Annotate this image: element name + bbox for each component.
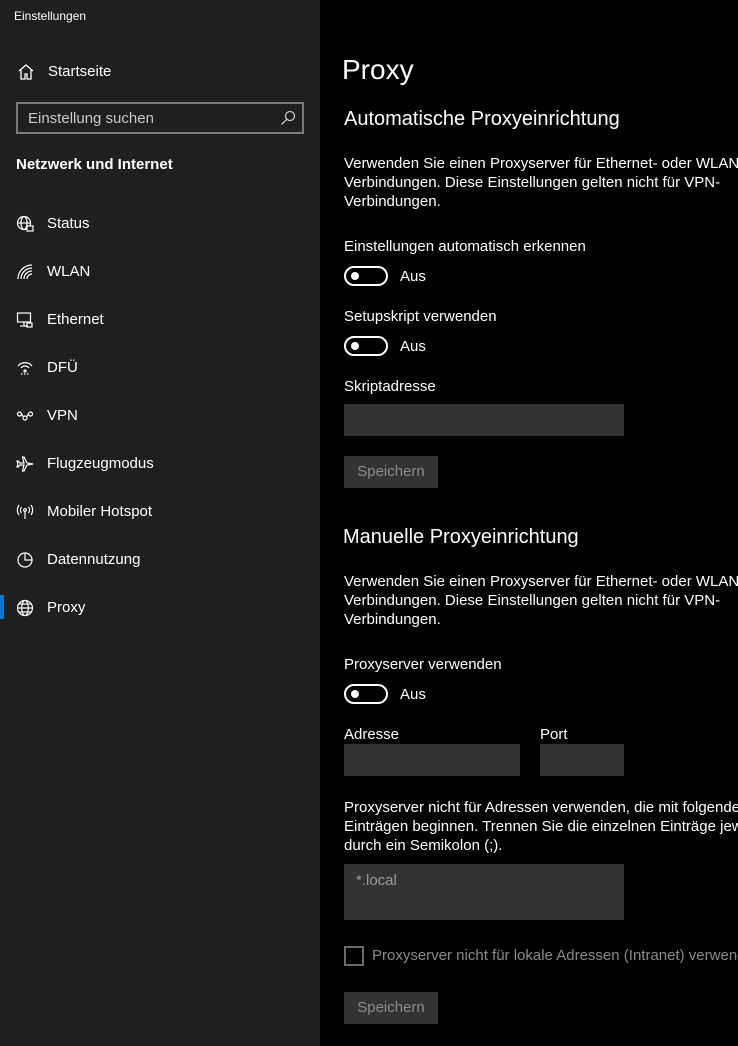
- sidebar-item-label: Status: [47, 215, 90, 232]
- description-line: Verbindungen.: [344, 193, 441, 210]
- port-input[interactable]: [540, 744, 624, 776]
- sidebar-item-dfu[interactable]: DFÜ: [0, 344, 320, 392]
- search-icon[interactable]: [280, 110, 296, 126]
- auto-proxy-description: Verwenden Sie einen Proxyserver für Ethe…: [344, 154, 738, 211]
- sidebar-item-label: Flugzeugmodus: [47, 455, 154, 472]
- description-line: Verwenden Sie einen Proxyserver für Ethe…: [344, 155, 738, 172]
- script-address-label: Skriptadresse: [344, 378, 436, 395]
- use-proxy-toggle[interactable]: [344, 684, 388, 704]
- sidebar: Einstellungen Startseite Netzwerk und In…: [0, 0, 320, 1046]
- hotspot-icon: [16, 504, 34, 519]
- auto-detect-toggle[interactable]: [344, 266, 388, 286]
- sidebar-item-label: WLAN: [47, 263, 91, 280]
- sidebar-item-label: VPN: [47, 407, 78, 424]
- manual-save-button[interactable]: Speichern: [344, 992, 438, 1024]
- local-addresses-label[interactable]: Proxyserver nicht für lokale Adressen (I…: [372, 947, 738, 964]
- data-usage-icon: [17, 552, 33, 568]
- setup-script-state: Aus: [400, 338, 426, 355]
- auto-proxy-heading: Automatische Proxyeinrichtung: [344, 108, 620, 130]
- sidebar-item-label: DFÜ: [47, 359, 78, 376]
- description-line: durch ein Semikolon (;).: [344, 837, 503, 854]
- section-title: Netzwerk und Internet: [16, 156, 173, 173]
- sidebar-item-proxy[interactable]: Proxy: [0, 584, 320, 632]
- search-input[interactable]: [18, 104, 274, 132]
- exceptions-textarea[interactable]: *.local: [344, 864, 624, 920]
- description-line: Einträgen beginnen. Trennen Sie die einz…: [344, 818, 738, 835]
- exceptions-description: Proxyserver nicht für Adressen verwenden…: [344, 798, 738, 855]
- sidebar-item-label: Ethernet: [47, 311, 104, 328]
- sidebar-item-vpn[interactable]: VPN: [0, 392, 320, 440]
- home-icon: [18, 64, 34, 80]
- window-title: Einstellungen: [14, 9, 87, 23]
- description-line: Verbindungen. Diese Einstellungen gelten…: [344, 592, 721, 609]
- description-line: Verbindungen.: [344, 611, 441, 628]
- sidebar-item-airplane-mode[interactable]: Flugzeugmodus: [0, 440, 320, 488]
- globe-status-icon: [16, 215, 34, 232]
- description-line: Verwenden Sie einen Proxyserver für Ethe…: [344, 573, 738, 590]
- toggle-knob: [351, 342, 359, 350]
- manual-proxy-heading: Manuelle Proxyeinrichtung: [343, 526, 579, 548]
- main-content: Proxy Automatische Proxyeinrichtung Verw…: [320, 0, 738, 1046]
- use-proxy-state: Aus: [400, 686, 426, 703]
- sidebar-item-mobile-hotspot[interactable]: Mobiler Hotspot: [0, 488, 320, 536]
- auto-save-button[interactable]: Speichern: [344, 456, 438, 488]
- manual-proxy-description: Verwenden Sie einen Proxyserver für Ethe…: [344, 572, 738, 629]
- sidebar-item-status[interactable]: Status: [0, 200, 320, 248]
- description-line: Proxyserver nicht für Adressen verwenden…: [344, 799, 738, 816]
- sidebar-item-home[interactable]: Startseite: [0, 52, 320, 92]
- globe-icon: [16, 599, 34, 617]
- port-label: Port: [540, 726, 568, 743]
- address-input[interactable]: [344, 744, 520, 776]
- airplane-icon: [16, 456, 34, 472]
- sidebar-nav: Status WLAN Ethernet DFÜ VPN Flugzeugmod…: [0, 200, 320, 632]
- ethernet-icon: [16, 312, 33, 328]
- page-title: Proxy: [342, 54, 414, 85]
- toggle-knob: [351, 690, 359, 698]
- address-label: Adresse: [344, 726, 400, 743]
- description-line: Verbindungen. Diese Einstellungen gelten…: [344, 174, 721, 191]
- use-proxy-label: Proxyserver verwenden: [344, 656, 502, 673]
- setup-script-toggle[interactable]: [344, 336, 388, 356]
- vpn-icon: [16, 411, 34, 421]
- selection-indicator: [0, 595, 4, 619]
- sidebar-item-label: Mobiler Hotspot: [47, 503, 153, 520]
- sidebar-item-label: Datennutzung: [47, 551, 141, 568]
- home-label: Startseite: [48, 63, 112, 80]
- auto-detect-label: Einstellungen automatisch erkennen: [344, 238, 586, 255]
- script-address-input[interactable]: [344, 404, 624, 436]
- auto-detect-state: Aus: [400, 268, 426, 285]
- sidebar-item-label: Proxy: [47, 599, 86, 616]
- wifi-icon: [17, 264, 33, 280]
- dialup-icon: [17, 362, 33, 375]
- search-box[interactable]: [16, 102, 304, 134]
- sidebar-item-data-usage[interactable]: Datennutzung: [0, 536, 320, 584]
- sidebar-item-ethernet[interactable]: Ethernet: [0, 296, 320, 344]
- setup-script-label: Setupskript verwenden: [344, 308, 497, 325]
- local-addresses-checkbox[interactable]: [344, 946, 364, 966]
- sidebar-item-wlan[interactable]: WLAN: [0, 248, 320, 296]
- exceptions-placeholder: *.local: [356, 872, 397, 889]
- toggle-knob: [351, 272, 359, 280]
